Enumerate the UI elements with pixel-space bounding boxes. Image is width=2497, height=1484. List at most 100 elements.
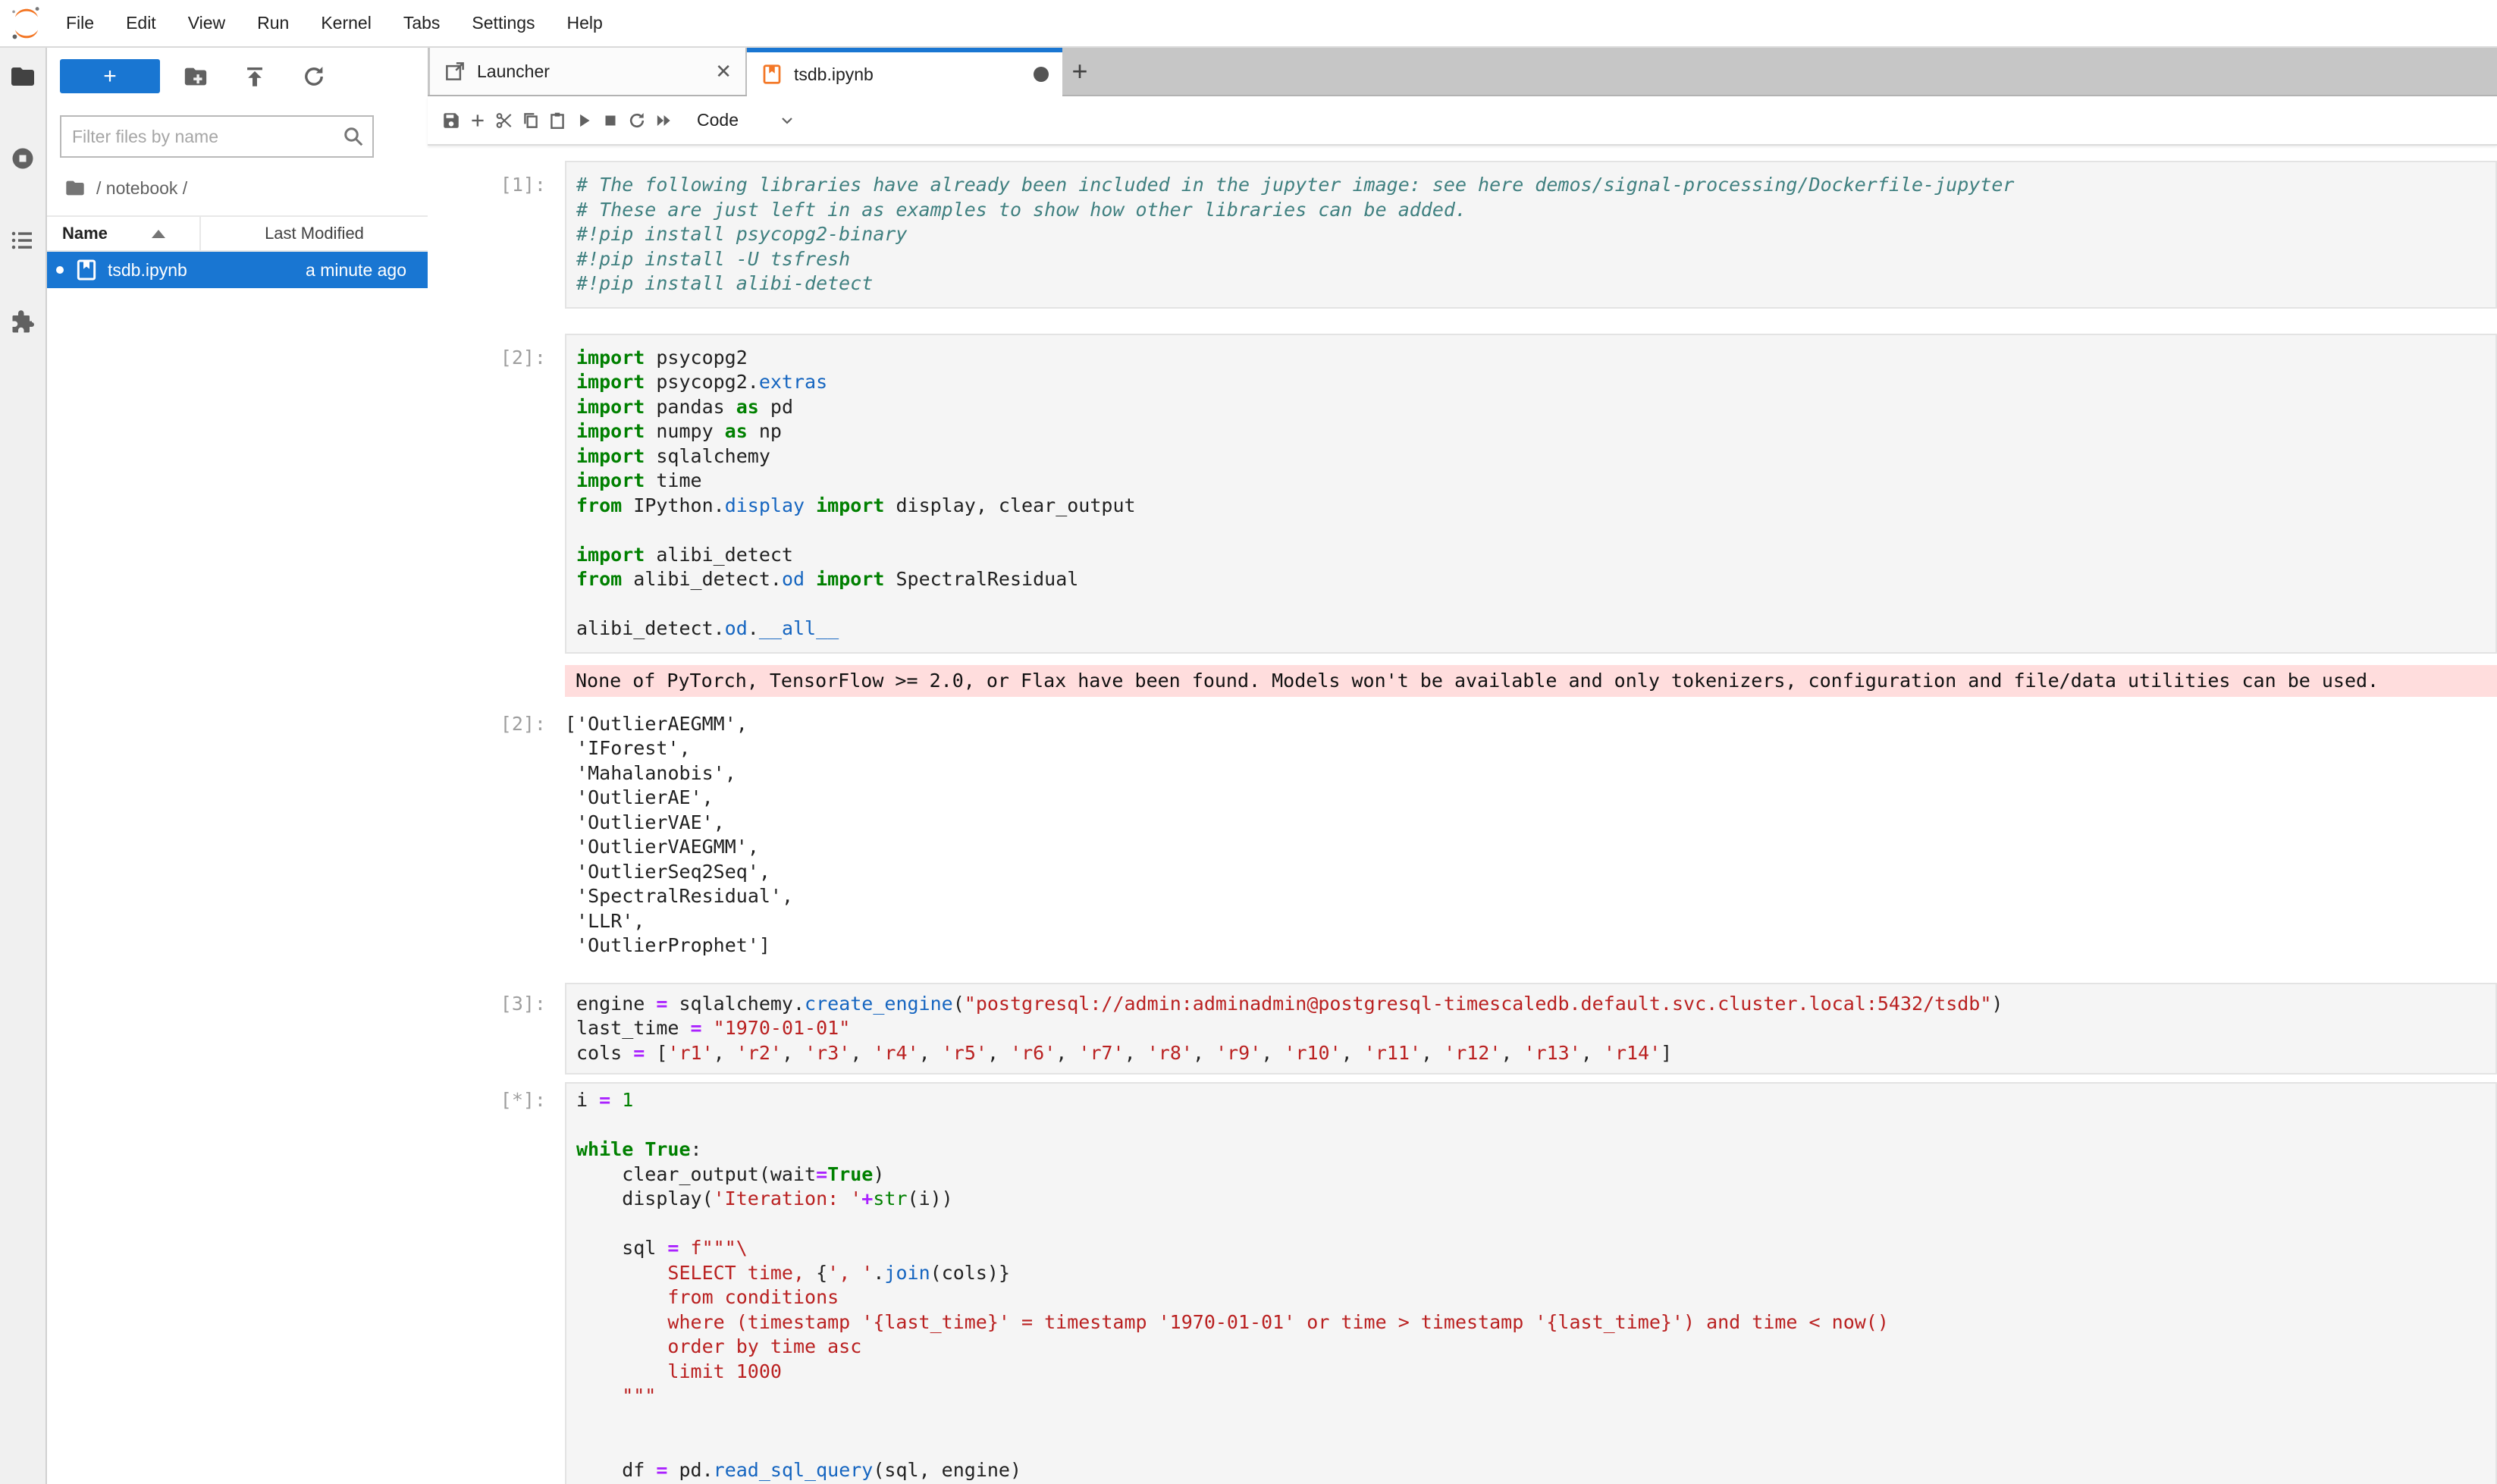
paste-cells-button[interactable]: [547, 111, 567, 130]
code-line: while True:: [576, 1137, 2495, 1162]
code-line: i = 1: [576, 1088, 2495, 1113]
code-line: SELECT time, {', '.join(cols)}: [576, 1261, 2495, 1286]
search-icon: [342, 125, 365, 148]
tab-notebook-tsdb[interactable]: tsdb.ipynb: [747, 48, 1062, 96]
filter-files-input[interactable]: [72, 127, 342, 147]
breadcrumb[interactable]: / notebook /: [47, 177, 428, 199]
cell-editor[interactable]: import psycopg2import psycopg2.extrasimp…: [565, 334, 2497, 654]
run-icon: [574, 111, 594, 130]
code-line: [576, 592, 2495, 617]
add-tab-button[interactable]: +: [1062, 48, 1097, 95]
chevron-down-icon: [778, 111, 796, 130]
folder-icon[interactable]: [9, 63, 36, 90]
launcher-icon: [444, 60, 466, 83]
tab-launcher-label: Launcher: [477, 61, 550, 82]
new-launcher-button[interactable]: +: [60, 59, 160, 93]
code-line: [576, 1409, 2495, 1434]
stderr-output: None of PyTorch, TensorFlow >= 2.0, or F…: [428, 665, 2497, 697]
new-folder-button[interactable]: [183, 64, 209, 89]
menu-item-file[interactable]: File: [50, 0, 110, 46]
file-last-modified: a minute ago: [306, 260, 406, 281]
output-line: 'OutlierVAEGMM',: [565, 835, 2497, 860]
save-button[interactable]: [441, 111, 461, 130]
menu-items: FileEditViewRunKernelTabsSettingsHelp: [50, 0, 619, 46]
refresh-button[interactable]: [301, 64, 327, 89]
notebook-toolbar: Code: [428, 96, 2497, 146]
file-row-tsdb.ipynb[interactable]: tsdb.ipynba minute ago: [47, 252, 428, 288]
insert-cell-button[interactable]: [468, 111, 488, 130]
code-line: # These are just left in as examples to …: [576, 198, 2495, 223]
menu-item-kernel[interactable]: Kernel: [305, 0, 387, 46]
code-line: #!pip install -U tsfresh: [576, 247, 2495, 272]
restart-kernel-button[interactable]: [627, 111, 647, 130]
code-line: import psycopg2: [576, 346, 2495, 371]
upload-icon: [242, 64, 268, 89]
cell-editor[interactable]: i = 1 while True: clear_output(wait=True…: [565, 1082, 2497, 1484]
code-line: import alibi_detect: [576, 543, 2495, 568]
code-line: from alibi_detect.od import SpectralResi…: [576, 567, 2495, 592]
output-line: 'OutlierAE',: [565, 786, 2497, 811]
menu-item-edit[interactable]: Edit: [110, 0, 172, 46]
upload-button[interactable]: [242, 64, 268, 89]
cell-editor[interactable]: engine = sqlalchemy.create_engine("postg…: [565, 983, 2497, 1075]
code-line: engine = sqlalchemy.create_engine("postg…: [576, 992, 2495, 1017]
code-line: [576, 1212, 2495, 1237]
column-header-name-label: Name: [62, 224, 108, 243]
code-line: [576, 1433, 2495, 1458]
file-list-header: Name Last Modified: [47, 215, 428, 252]
code-line: #!pip install psycopg2-binary: [576, 222, 2495, 247]
code-cell: [*]:i = 1 while True: clear_output(wait=…: [428, 1082, 2497, 1484]
running-sessions-icon[interactable]: [9, 145, 36, 172]
code-line: # The following libraries have already b…: [576, 173, 2495, 198]
code-cell: [3]:engine = sqlalchemy.create_engine("p…: [428, 983, 2497, 1075]
menu-item-run[interactable]: Run: [241, 0, 305, 46]
run-all-icon: [654, 111, 673, 130]
code-line: df = pd.read_sql_query(sql, engine): [576, 1458, 2495, 1483]
output-line: ['OutlierAEGMM',: [565, 712, 2497, 737]
code-line: #!pip install alibi-detect: [576, 271, 2495, 296]
column-header-last-modified[interactable]: Last Modified: [199, 215, 428, 252]
code-line: [576, 1113, 2495, 1138]
cell-prompt: [2]:: [428, 712, 565, 958]
output-line: 'IForest',: [565, 736, 2497, 761]
cut-icon: [494, 111, 514, 130]
restart-run-all-button[interactable]: [654, 111, 673, 130]
copy-cells-button[interactable]: [521, 111, 541, 130]
file-listing: tsdb.ipynba minute ago: [47, 252, 428, 1484]
table-of-contents-icon[interactable]: [9, 227, 36, 254]
interrupt-kernel-button[interactable]: [601, 111, 620, 130]
close-tab-icon[interactable]: ✕: [715, 60, 732, 83]
code-line: last_time = "1970-01-01": [576, 1016, 2495, 1041]
filter-files-box: [60, 115, 374, 158]
menu-item-help[interactable]: Help: [551, 0, 619, 46]
code-line: limit 1000: [576, 1360, 2495, 1385]
breadcrumb-path: / notebook /: [96, 178, 187, 199]
cell-type-dropdown[interactable]: Code: [697, 110, 739, 130]
unsaved-changes-dot-icon[interactable]: [1034, 67, 1049, 82]
code-line: [576, 518, 2495, 543]
run-cell-button[interactable]: [574, 111, 594, 130]
menu-item-settings[interactable]: Settings: [456, 0, 551, 46]
cell-editor[interactable]: # The following libraries have already b…: [565, 161, 2497, 309]
file-browser-actions: [183, 64, 327, 89]
menu-item-tabs[interactable]: Tabs: [387, 0, 456, 46]
column-header-name[interactable]: Name: [47, 224, 199, 243]
tab-launcher[interactable]: Launcher ✕: [430, 48, 747, 95]
code-line: from IPython.display import display, cle…: [576, 494, 2495, 519]
code-line: import pandas as pd: [576, 395, 2495, 420]
output-line: 'OutlierProphet']: [565, 933, 2497, 958]
menu-item-view[interactable]: View: [172, 0, 241, 46]
save-icon: [441, 111, 461, 130]
cut-cells-button[interactable]: [494, 111, 514, 130]
code-line: where (timestamp '{last_time}' = timesta…: [576, 1310, 2495, 1335]
cell-prompt: [2]:: [428, 334, 565, 654]
add-cell-icon: [468, 111, 488, 130]
code-line: import numpy as np: [576, 419, 2495, 444]
output-line: 'OutlierSeq2Seq',: [565, 860, 2497, 885]
file-dirty-dot-icon: [56, 266, 64, 274]
extensions-puzzle-icon[interactable]: [9, 309, 36, 336]
stop-icon: [601, 111, 620, 130]
code-cell: [1]:# The following libraries have alrea…: [428, 161, 2497, 309]
file-browser-toolbar: +: [47, 59, 428, 93]
jupyter-logo-icon: [9, 5, 44, 42]
